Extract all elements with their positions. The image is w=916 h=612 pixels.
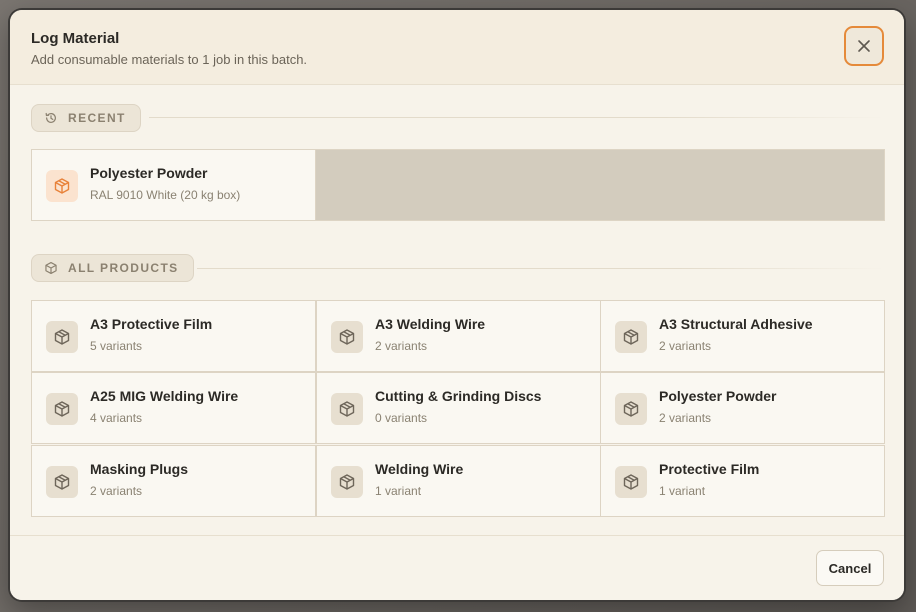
close-icon (858, 40, 870, 52)
section-divider (197, 268, 885, 269)
product-name: A25 MIG Welding Wire (90, 388, 239, 404)
package-icon (623, 401, 639, 417)
product-name: A3 Welding Wire (375, 316, 486, 332)
log-material-dialog: Log Material Add consumable materials to… (10, 10, 904, 600)
product-name: Polyester Powder (659, 388, 777, 404)
product-variant-count: 2 variants (659, 339, 712, 353)
package-icon (45, 261, 57, 275)
product-card[interactable]: Protective Film 1 variant (600, 445, 885, 517)
product-name: Protective Film (659, 461, 760, 477)
product-name: Welding Wire (375, 461, 464, 477)
dialog-footer: Cancel (10, 535, 904, 600)
dialog-title: Log Material (31, 30, 120, 47)
recent-label-text: RECENT (68, 111, 126, 125)
product-card[interactable]: A3 Welding Wire 2 variants (316, 300, 601, 372)
section-divider (149, 117, 885, 118)
package-icon (54, 474, 70, 490)
package-icon (54, 329, 70, 345)
product-name: Masking Plugs (90, 461, 189, 477)
product-card[interactable]: A3 Structural Adhesive 2 variants (600, 300, 885, 372)
product-variant-count: 4 variants (90, 411, 143, 425)
package-icon (623, 474, 639, 490)
product-card[interactable]: Cutting & Grinding Discs 0 variants (316, 372, 601, 444)
product-card[interactable]: Polyester Powder 2 variants (600, 372, 885, 444)
package-icon (54, 178, 70, 194)
dialog-subtitle: Add consumable materials to 1 job in thi… (31, 52, 308, 67)
package-icon (54, 401, 70, 417)
recent-item[interactable]: Polyester Powder RAL 9010 White (20 kg b… (31, 149, 316, 221)
package-icon (339, 401, 355, 417)
product-variant-count: 2 variants (90, 484, 143, 498)
product-variant-count: 0 variants (375, 411, 428, 425)
dialog-header: Log Material Add consumable materials to… (10, 10, 904, 85)
product-variant-count: 2 variants (659, 411, 712, 425)
all-products-label-text: ALL PRODUCTS (68, 261, 179, 275)
recent-item-name: Polyester Powder (90, 165, 208, 181)
product-card[interactable]: Masking Plugs 2 variants (31, 445, 316, 517)
product-card[interactable]: A3 Protective Film 5 variants (31, 300, 316, 372)
package-icon (339, 329, 355, 345)
package-icon (623, 329, 639, 345)
product-card[interactable]: A25 MIG Welding Wire 4 variants (31, 372, 316, 444)
history-icon (45, 112, 56, 123)
all-products-section-label: ALL PRODUCTS (31, 254, 194, 282)
product-variant-count: 1 variant (375, 484, 422, 498)
package-icon (339, 474, 355, 490)
product-variant-count: 5 variants (90, 339, 143, 353)
close-button[interactable] (844, 26, 884, 66)
product-name: A3 Structural Adhesive (659, 316, 813, 332)
product-name: Cutting & Grinding Discs (375, 388, 542, 404)
recent-section-label: RECENT (31, 104, 141, 132)
cancel-button[interactable]: Cancel (816, 550, 884, 586)
product-card[interactable]: Welding Wire 1 variant (316, 445, 601, 517)
product-variant-count: 2 variants (375, 339, 428, 353)
product-variant-count: 1 variant (659, 484, 706, 498)
product-name: A3 Protective Film (90, 316, 213, 332)
recent-item-detail: RAL 9010 White (20 kg box) (90, 188, 241, 202)
